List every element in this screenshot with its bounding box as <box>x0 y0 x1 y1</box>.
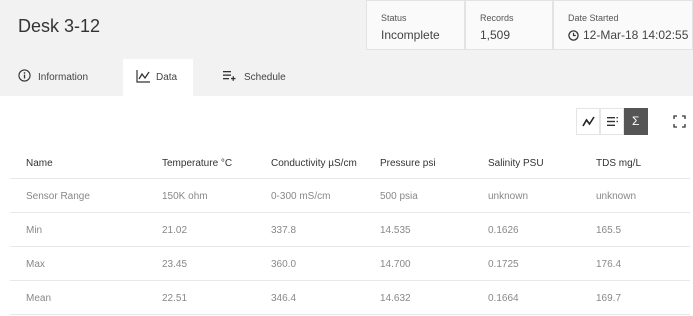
table-header-row: Name Temperature °C Conductivity µS/cm P… <box>10 146 690 179</box>
table-cell: 14.535 <box>380 225 411 236</box>
tab-information[interactable]: Information <box>0 59 120 96</box>
page-title: Desk 3-12 <box>18 16 101 36</box>
info-circle-icon <box>18 69 31 85</box>
tab-data[interactable]: Data <box>123 59 193 96</box>
table-cell: unknown <box>596 191 637 202</box>
table-cell: 0.1664 <box>488 293 519 304</box>
clock-icon <box>568 30 579 44</box>
table-cell: 169.7 <box>596 293 622 304</box>
sigma-icon: Σ <box>632 114 640 128</box>
table-cell: 0-300 mS/cm <box>271 191 331 202</box>
tab-data-label: Data <box>156 72 178 83</box>
records-label: Records <box>480 13 514 23</box>
table-cell: Mean <box>26 293 52 304</box>
column-header: TDS mg/L <box>596 158 642 169</box>
date-started-box: Date Started 12-Mar-18 14:02:55 <box>553 0 693 50</box>
table-row: Mean 22.51 346.4 14.632 0.1664 169.7 <box>10 281 690 315</box>
tab-schedule[interactable]: Schedule <box>200 59 300 96</box>
table-cell: 360.0 <box>271 259 297 270</box>
status-value: Incomplete <box>381 28 440 42</box>
table-cell: 14.632 <box>380 293 411 304</box>
table-cell: Sensor Range <box>26 191 90 202</box>
column-header: Pressure psi <box>380 158 436 169</box>
schedule-icon <box>222 69 236 84</box>
statistics-button[interactable]: Σ <box>624 108 648 135</box>
page-header: Desk 3-12 Status Incomplete Records 1,50… <box>0 0 693 56</box>
table-cell: Max <box>26 259 45 270</box>
tab-schedule-label: Schedule <box>244 72 286 83</box>
table-cell: 23.45 <box>162 259 188 270</box>
table-row: Min 21.02 337.8 14.535 0.1626 165.5 <box>10 213 690 247</box>
table-row: Max 23.45 360.0 14.700 0.1725 176.4 <box>10 247 690 281</box>
table-cell: 150K ohm <box>162 191 208 202</box>
chart-icon <box>136 69 151 86</box>
records-value: 1,509 <box>480 28 511 42</box>
table-cell: 337.8 <box>271 225 297 236</box>
table-cell: 500 psia <box>380 191 418 202</box>
table-cell: 165.5 <box>596 225 622 236</box>
column-header: Conductivity µS/cm <box>271 158 357 169</box>
table-cell: 0.1626 <box>488 225 519 236</box>
table-cell: 22.51 <box>162 293 188 304</box>
table-cell: 176.4 <box>596 259 622 270</box>
list-view-button[interactable] <box>600 108 624 135</box>
table-cell: unknown <box>488 191 529 202</box>
date-started-label: Date Started <box>568 13 619 23</box>
table-cell: 0.1725 <box>488 259 519 270</box>
table-row: Sensor Range 150K ohm 0-300 mS/cm 500 ps… <box>10 179 690 213</box>
date-started-value-wrap: 12-Mar-18 14:02:55 <box>568 28 688 44</box>
line-chart-button[interactable] <box>576 108 600 135</box>
column-header: Salinity PSU <box>488 158 544 169</box>
statistics-table: Name Temperature °C Conductivity µS/cm P… <box>10 146 690 315</box>
table-cell: 14.700 <box>380 259 411 270</box>
date-started-value: 12-Mar-18 14:02:55 <box>583 28 689 42</box>
expand-button[interactable] <box>667 108 691 135</box>
table-cell: 346.4 <box>271 293 297 304</box>
records-box: Records 1,509 <box>465 0 553 50</box>
column-header: Temperature °C <box>162 158 233 169</box>
status-label: Status <box>381 13 407 23</box>
tab-information-label: Information <box>38 72 89 83</box>
status-box: Status Incomplete <box>366 0 465 50</box>
tab-bar: Information Data Schedule <box>0 56 693 96</box>
column-header: Name <box>26 158 53 169</box>
table-cell: Min <box>26 225 43 236</box>
table-cell: 21.02 <box>162 225 188 236</box>
